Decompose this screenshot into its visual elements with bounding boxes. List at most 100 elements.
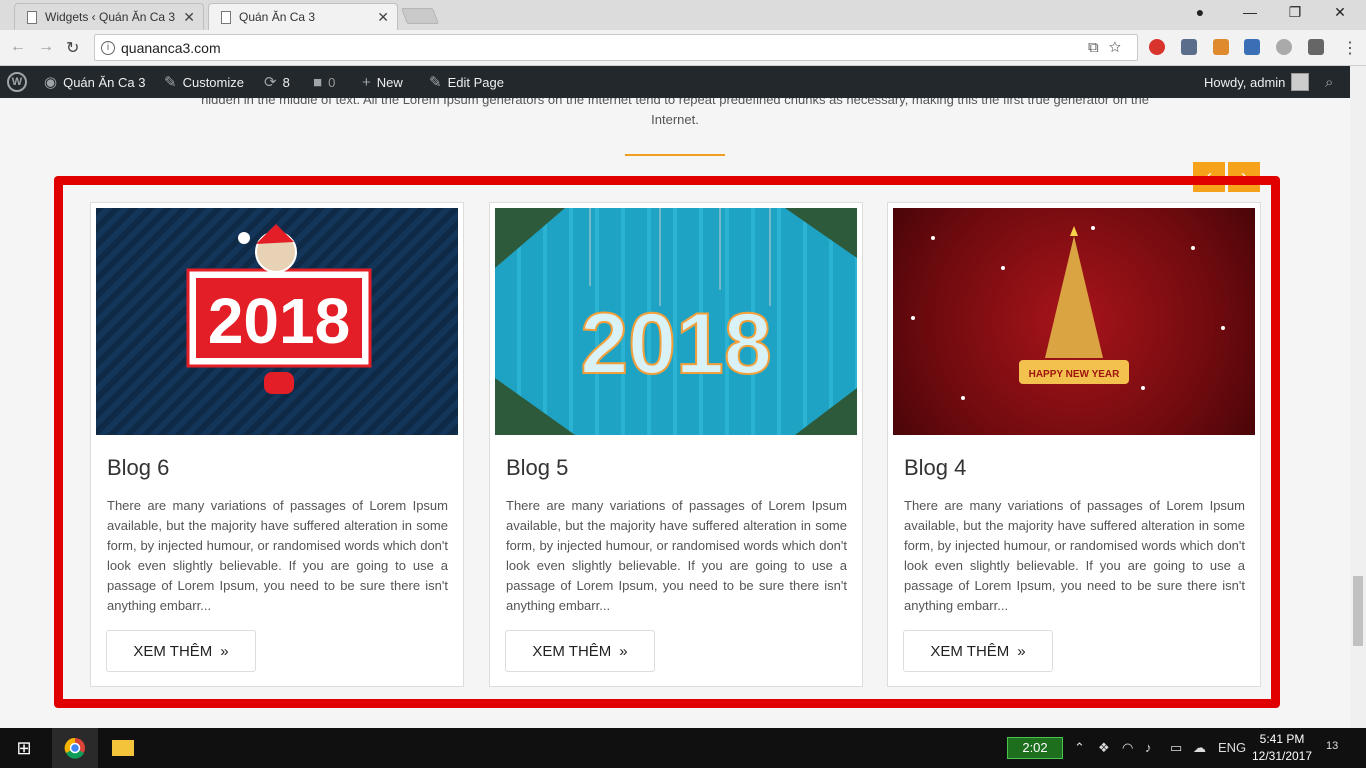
extension-icon[interactable] [1149, 39, 1165, 55]
cloud-icon[interactable]: ☁ [1193, 740, 1206, 756]
page-scrollbar[interactable] [1350, 66, 1366, 728]
tab-quan-an-ca-3[interactable]: Quán Ăn Ca 3 ✕ [208, 3, 398, 30]
extension-icon[interactable] [1276, 39, 1292, 55]
minimize-button[interactable]: — [1230, 4, 1270, 24]
section-divider [625, 154, 725, 156]
new-label: New [376, 74, 403, 90]
chrome-taskbar-icon[interactable] [52, 728, 98, 768]
address-bar[interactable]: i quananca3.com ⧉☆ [94, 34, 1138, 61]
action-center-badge[interactable]: 13 [1326, 740, 1338, 752]
wordpress-icon: W [7, 72, 27, 92]
double-chevron-icon: » [619, 642, 628, 660]
blog-card: 2018 Blog 5 There are many variations of… [489, 202, 863, 687]
wifi-icon[interactable]: ◠ [1122, 740, 1133, 756]
blog-title[interactable]: Blog 5 [506, 455, 568, 481]
image-caption: 2018 [580, 296, 771, 392]
brush-icon: ✎ [164, 74, 177, 91]
windows-taskbar: ⊞ 2:02 ⌃ ❖ ◠ ♪ ▭ ☁ ENG 5:41 PM 12/31/201… [0, 728, 1366, 768]
clock-time: 5:41 PM [1259, 732, 1305, 746]
blog-title[interactable]: Blog 4 [904, 455, 966, 481]
new-content-menu[interactable]: + New [362, 66, 403, 98]
dashboard-icon: ◉ [44, 74, 58, 91]
image-caption: HAPPY NEW YEAR [1029, 369, 1121, 380]
cast-icon[interactable] [1308, 39, 1324, 55]
search-toggle[interactable]: ⌕ [1325, 66, 1333, 98]
back-icon[interactable]: ← [10, 38, 26, 56]
blog-card: 2018 Blog 6 There are many variations of… [90, 202, 464, 687]
blog-thumbnail[interactable]: 2018 [96, 208, 458, 435]
double-chevron-icon: » [1017, 642, 1026, 660]
browser-toolbar: ← → ↻ i quananca3.com ⧉☆ ⋮ [0, 30, 1366, 66]
read-more-button[interactable]: XEM THÊM » [106, 630, 256, 672]
close-window-button[interactable]: ✕ [1320, 4, 1360, 24]
edit-page-link[interactable]: ✎ Edit Page [429, 66, 504, 98]
blog-title[interactable]: Blog 6 [107, 455, 169, 481]
updates-link[interactable]: ⟳ 8 [264, 66, 290, 98]
read-more-button[interactable]: XEM THÊM » [903, 630, 1053, 672]
extension-icon[interactable] [1181, 39, 1197, 55]
pencil-icon: ✎ [429, 74, 442, 91]
customize-link[interactable]: ✎ Customize [164, 66, 244, 98]
extension-icon[interactable] [1244, 39, 1260, 55]
customize-label: Customize [182, 74, 244, 90]
url-text: quananca3.com [121, 39, 221, 56]
new-year-2018-image: 2018 [495, 208, 857, 435]
search-icon: ⌕ [1325, 73, 1334, 91]
edit-page-label: Edit Page [447, 74, 504, 90]
info-icon[interactable]: i [101, 41, 115, 55]
updates-icon: ⟳ [264, 74, 277, 91]
extension-icon[interactable] [1213, 39, 1229, 55]
bookmark-star-icon[interactable]: ⧉☆ [1088, 39, 1131, 56]
windows-start-icon[interactable]: ⊞ [0, 728, 48, 768]
updates-count: 8 [282, 74, 290, 90]
close-tab-icon[interactable]: ✕ [377, 9, 389, 26]
wp-logo-menu[interactable]: W [7, 66, 27, 98]
folder-icon [112, 740, 134, 756]
new-tab-button[interactable] [401, 8, 439, 24]
close-tab-icon[interactable]: ✕ [183, 9, 195, 26]
language-indicator[interactable]: ENG [1218, 740, 1246, 755]
blog-thumbnail[interactable]: 2018 [495, 208, 857, 435]
volume-icon[interactable]: ♪ [1145, 740, 1152, 755]
tab-widgets[interactable]: Widgets ‹ Quán Ăn Ca 3 ✕ [14, 3, 204, 30]
comment-icon: ■ [313, 73, 323, 91]
file-explorer-taskbar-icon[interactable] [100, 728, 146, 768]
blog-excerpt: There are many variations of passages of… [904, 498, 1245, 613]
battery-icon[interactable]: ▭ [1170, 740, 1182, 756]
comments-link[interactable]: ■ 0 [313, 66, 335, 98]
blog-excerpt: There are many variations of passages of… [506, 498, 847, 613]
site-name: Quán Ăn Ca 3 [63, 74, 146, 90]
chrome-icon [64, 737, 85, 759]
browser-tab-strip: Widgets ‹ Quán Ăn Ca 3 ✕ Quán Ăn Ca 3 ✕ … [0, 0, 1366, 30]
plus-icon: + [362, 73, 371, 91]
forward-icon[interactable]: → [38, 38, 54, 56]
dropbox-icon[interactable]: ❖ [1098, 740, 1110, 756]
double-chevron-icon: » [220, 642, 229, 660]
blog-thumbnail[interactable]: HAPPY NEW YEAR [893, 208, 1255, 435]
read-more-button[interactable]: XEM THÊM » [505, 630, 655, 672]
chevron-up-icon[interactable]: ⌃ [1074, 740, 1085, 756]
clock[interactable]: 5:41 PM 12/31/2017 [1250, 731, 1314, 765]
my-account-menu[interactable]: Howdy, admin [1204, 66, 1310, 98]
howdy-label: Howdy, admin [1204, 74, 1286, 90]
page-icon [27, 11, 37, 24]
wp-admin-bar: W ◉ Quán Ăn Ca 3 ✎ Customize ⟳ 8 ■ 0 + N… [0, 66, 1366, 98]
menu-icon[interactable]: ⋮ [1342, 38, 1358, 58]
avatar [1291, 73, 1310, 91]
comments-count: 0 [328, 74, 336, 90]
read-more-label: XEM THÊM [133, 642, 213, 660]
restore-button[interactable]: ❐ [1275, 4, 1315, 24]
clock-date: 12/31/2017 [1251, 749, 1313, 763]
intro-text: hidden in the middle of text. All the Lo… [201, 98, 1149, 127]
page-icon [221, 11, 231, 24]
page-content: hidden in the middle of text. All the Lo… [0, 98, 1350, 728]
scrollbar-thumb[interactable] [1353, 576, 1363, 646]
reload-icon[interactable]: ↻ [66, 38, 79, 58]
read-more-label: XEM THÊM [930, 642, 1010, 660]
profile-icon[interactable]: ● [1180, 4, 1220, 24]
battery-timer[interactable]: 2:02 [1007, 737, 1063, 759]
new-year-2018-image: 2018 [186, 224, 372, 394]
site-name-menu[interactable]: ◉ Quán Ăn Ca 3 [44, 66, 145, 98]
read-more-label: XEM THÊM [532, 642, 612, 660]
blog-card: HAPPY NEW YEAR Blog 4 There are many var… [887, 202, 1261, 687]
